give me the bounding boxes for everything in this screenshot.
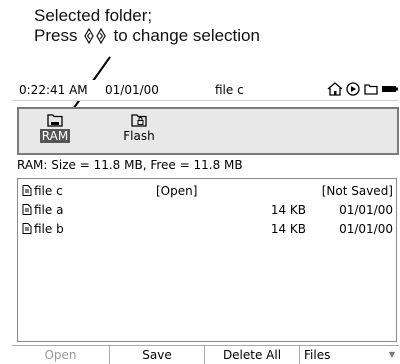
file-row[interactable]: file b 14 KB 01/01/00	[18, 219, 396, 238]
folder-icon[interactable]	[364, 82, 378, 96]
file-icon	[22, 204, 32, 215]
file-name: file b	[34, 222, 64, 236]
folder-ram-label: RAM	[39, 129, 71, 143]
memory-info: RAM: Size = 11.8 MB, Free = 11.8 MB	[17, 158, 243, 172]
file-size: 14 KB	[270, 203, 306, 217]
file-status: [Open]	[156, 184, 198, 198]
file-list: file c [Open] [Not Saved] file a 14 KB 0…	[17, 178, 397, 342]
open-button[interactable]: Open	[12, 346, 110, 364]
file-date: 01/01/00	[339, 203, 393, 217]
folder-selector: RAM Flash	[17, 107, 399, 155]
file-size: 14 KB	[270, 222, 306, 236]
file-icon	[22, 185, 32, 196]
status-icons	[327, 82, 399, 96]
save-button[interactable]: Save	[110, 346, 205, 364]
caret-down-icon: ▼	[388, 350, 395, 359]
file-date: 01/01/00	[339, 222, 393, 236]
annotation-press: Press	[34, 26, 78, 45]
folder-ram[interactable]: RAM	[30, 113, 80, 143]
file-row[interactable]: file c [Open] [Not Saved]	[18, 181, 396, 200]
annotation-line-1: Selected folder;	[34, 6, 153, 25]
status-filename: file c	[215, 83, 244, 97]
battery-icon	[382, 86, 398, 92]
annotation-rest: to change selection	[113, 26, 260, 45]
delete-all-button[interactable]: Delete All	[205, 346, 300, 364]
status-time: 0:22:41 AM	[19, 83, 88, 97]
home-icon[interactable]	[327, 82, 343, 96]
device-screen: 0:22:41 AM 01/01/00 file c RAM Flash RAM…	[12, 80, 399, 364]
files-menu-button[interactable]: Files ▼	[300, 346, 399, 364]
flash-folder-icon	[131, 114, 147, 127]
annotation-callout: Selected folder; Press to change selecti…	[34, 6, 260, 46]
right-arrow-key-icon	[96, 28, 107, 44]
annotation-line-2: Press to change selection	[34, 26, 260, 46]
file-name: file a	[34, 203, 64, 217]
status-date: 01/01/00	[105, 83, 159, 97]
file-date: [Not Saved]	[321, 184, 393, 198]
status-bar: 0:22:41 AM 01/01/00 file c	[12, 80, 399, 101]
files-menu-label: Files	[304, 348, 331, 362]
left-arrow-key-icon	[84, 28, 95, 44]
folder-flash[interactable]: Flash	[114, 113, 164, 143]
play-circle-icon[interactable]	[346, 82, 361, 96]
folder-flash-label: Flash	[123, 129, 155, 143]
file-name: file c	[34, 184, 63, 198]
file-row[interactable]: file a 14 KB 01/01/00	[18, 200, 396, 219]
ram-folder-icon	[47, 114, 63, 127]
file-icon	[22, 223, 32, 234]
softkey-bar: Open Save Delete All Files ▼	[12, 345, 399, 364]
